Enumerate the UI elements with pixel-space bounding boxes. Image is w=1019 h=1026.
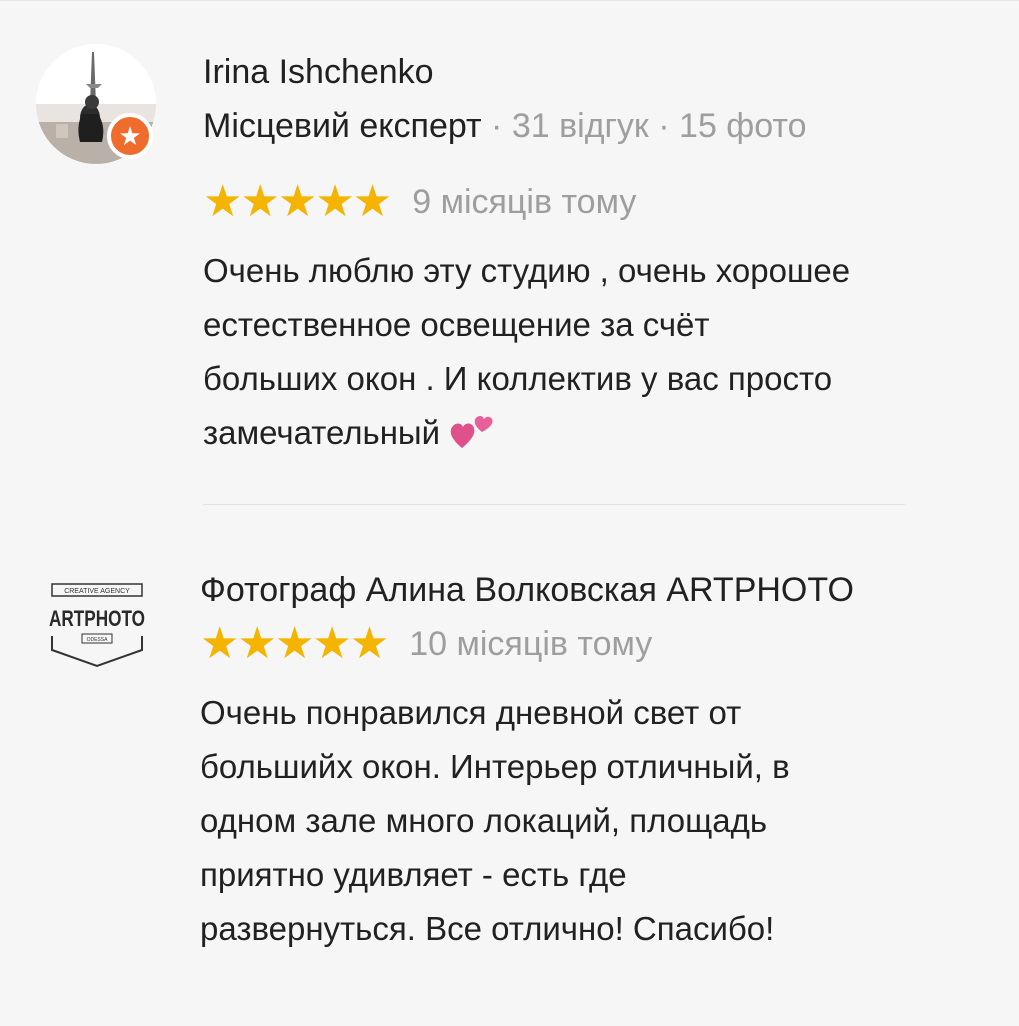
- author-role: Місцевий експерт: [203, 107, 482, 145]
- avatar[interactable]: CREATIVE AGENCY ARTPHOTO ODESSA: [36, 566, 156, 686]
- top-divider: [0, 0, 1019, 1]
- review-divider: [203, 504, 905, 505]
- svg-text:ODESSA: ODESSA: [87, 637, 109, 643]
- meta-separator: ·: [481, 107, 512, 145]
- artphoto-logo: CREATIVE AGENCY ARTPHOTO ODESSA: [49, 583, 145, 668]
- rating-row: ★★★★★ 10 місяців тому: [200, 622, 652, 666]
- svg-text:ARTPHOTO: ARTPHOTO: [49, 606, 145, 631]
- review-text: Очень понравился дневной свет от больший…: [200, 694, 790, 947]
- star-rating: ★★★★★: [200, 619, 389, 668]
- star-rating: ★★★★★: [203, 177, 392, 226]
- local-guide-star-icon: ★: [107, 113, 153, 159]
- meta-separator: ·: [648, 107, 680, 145]
- two-hearts-icon: [448, 408, 494, 466]
- review-date: 10 місяців тому: [409, 625, 653, 663]
- rating-row: ★★★★★ 9 місяців тому: [203, 180, 636, 224]
- review-text-content: Очень люблю эту студию , очень хорошее е…: [203, 252, 851, 451]
- author-name[interactable]: Фотограф Алина Волковская ARTPHOTO: [200, 570, 854, 610]
- reviews-count: 31 відгук: [511, 107, 649, 145]
- photos-count: 15 фото: [679, 107, 807, 145]
- author-name[interactable]: Irina Ishchenko: [203, 52, 434, 92]
- svg-text:CREATIVE AGENCY: CREATIVE AGENCY: [64, 588, 130, 595]
- author-meta: Місцевий експерт · 31 відгук · 15 фото: [203, 106, 807, 146]
- review-text: Очень люблю эту студию , очень хорошее е…: [203, 244, 983, 466]
- review-date: 9 місяців тому: [412, 183, 637, 221]
